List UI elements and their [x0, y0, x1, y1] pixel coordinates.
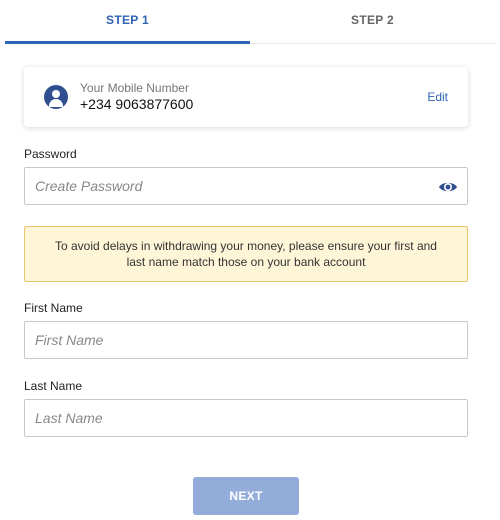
password-label: Password [24, 147, 77, 161]
first-name-input[interactable] [24, 321, 468, 359]
last-name-label: Last Name [24, 379, 83, 393]
mobile-number-label: Your Mobile Number [80, 80, 189, 95]
user-icon [44, 85, 68, 109]
mobile-number-value: +234 9063877600 [80, 96, 194, 113]
tab-step-1-label: STEP 1 [106, 12, 149, 27]
next-button[interactable]: NEXT [193, 477, 299, 515]
edit-number-link[interactable]: Edit [427, 90, 448, 104]
tab-step-2-label: STEP 2 [351, 12, 394, 27]
tab-step-2[interactable]: STEP 2 [250, 0, 495, 43]
signup-form: STEP 1 STEP 2 Your Mobile Number +234 90… [0, 0, 500, 520]
bank-name-notice-text: To avoid delays in withdrawing your mone… [55, 238, 437, 269]
eye-icon[interactable] [438, 177, 458, 197]
tab-step-1[interactable]: STEP 1 [5, 0, 250, 44]
password-input[interactable] [24, 167, 468, 205]
last-name-input[interactable] [24, 399, 468, 437]
first-name-label: First Name [24, 301, 83, 315]
step-tabs: STEP 1 STEP 2 [5, 0, 495, 44]
mobile-number-text: Your Mobile Number +234 9063877600 [80, 80, 194, 113]
mobile-number-card: Your Mobile Number +234 9063877600 Edit [24, 67, 468, 127]
bank-name-notice: To avoid delays in withdrawing your mone… [24, 226, 468, 282]
